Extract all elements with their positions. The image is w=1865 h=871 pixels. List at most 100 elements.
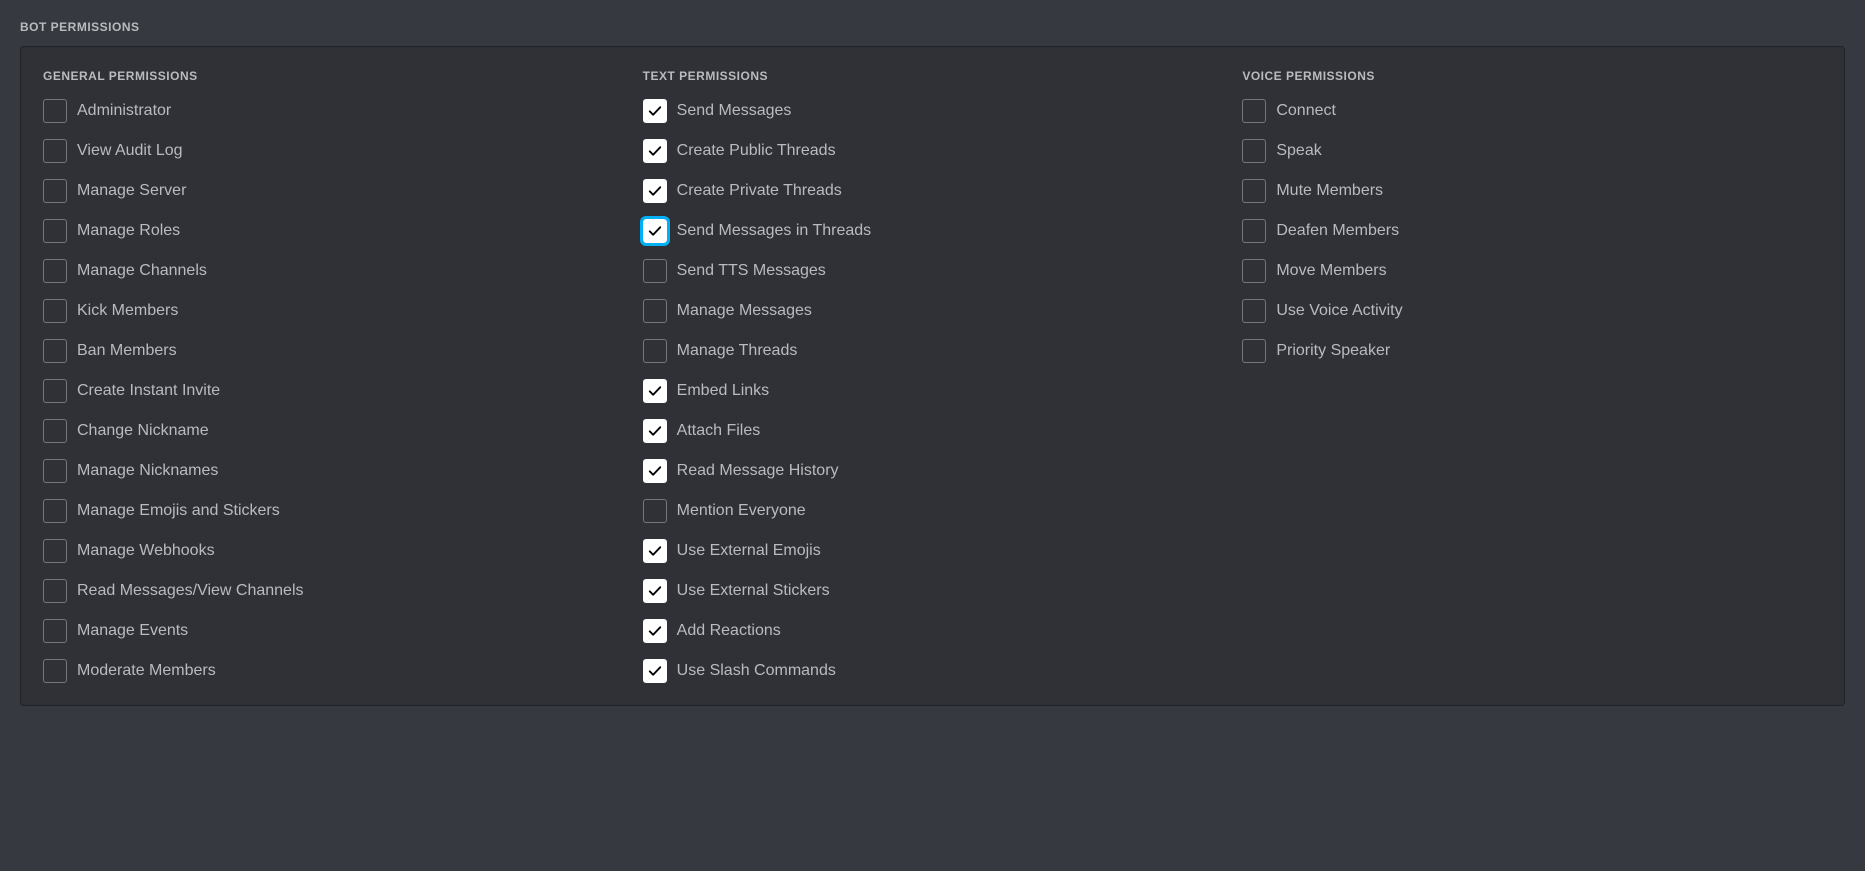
permission-item[interactable]: Moderate Members [43, 659, 623, 683]
permission-item[interactable]: Use External Emojis [643, 539, 1223, 563]
permission-item[interactable]: Speak [1242, 139, 1822, 163]
checkbox[interactable] [43, 179, 67, 203]
permission-item[interactable]: Manage Webhooks [43, 539, 623, 563]
checkbox[interactable] [43, 459, 67, 483]
column-header-text: TEXT PERMISSIONS [643, 69, 1223, 83]
permissions-column-general: GENERAL PERMISSIONSAdministratorView Aud… [43, 69, 623, 683]
checkbox[interactable] [43, 419, 67, 443]
permission-item[interactable]: Create Instant Invite [43, 379, 623, 403]
permission-item[interactable]: Kick Members [43, 299, 623, 323]
checkbox[interactable] [643, 219, 667, 243]
permission-item[interactable]: Move Members [1242, 259, 1822, 283]
checkbox[interactable] [43, 659, 67, 683]
permission-label: Create Public Threads [677, 141, 836, 162]
checkbox[interactable] [643, 579, 667, 603]
checkbox[interactable] [43, 99, 67, 123]
checkbox[interactable] [43, 259, 67, 283]
checkbox[interactable] [1242, 259, 1266, 283]
permission-item[interactable]: Manage Threads [643, 339, 1223, 363]
permissions-box: GENERAL PERMISSIONSAdministratorView Aud… [20, 46, 1845, 706]
checkbox[interactable] [43, 499, 67, 523]
checkbox[interactable] [43, 539, 67, 563]
permission-label: Read Messages/View Channels [77, 581, 304, 602]
checkbox[interactable] [43, 619, 67, 643]
permission-item[interactable]: Ban Members [43, 339, 623, 363]
permission-label: Moderate Members [77, 661, 216, 682]
checkbox[interactable] [1242, 139, 1266, 163]
checkbox[interactable] [43, 299, 67, 323]
permission-label: Use Voice Activity [1276, 301, 1402, 322]
permission-item[interactable]: Create Private Threads [643, 179, 1223, 203]
permission-item[interactable]: Manage Server [43, 179, 623, 203]
permission-label: Manage Nicknames [77, 461, 218, 482]
checkbox[interactable] [643, 259, 667, 283]
permission-label: Ban Members [77, 341, 177, 362]
checkbox[interactable] [643, 459, 667, 483]
permission-item[interactable]: Manage Events [43, 619, 623, 643]
checkbox[interactable] [643, 379, 667, 403]
checkbox[interactable] [1242, 219, 1266, 243]
checkbox[interactable] [643, 339, 667, 363]
checkbox[interactable] [643, 419, 667, 443]
checkbox[interactable] [643, 619, 667, 643]
permission-item[interactable]: Add Reactions [643, 619, 1223, 643]
permission-label: Move Members [1276, 261, 1386, 282]
checkbox[interactable] [643, 99, 667, 123]
permission-item[interactable]: Read Message History [643, 459, 1223, 483]
permission-label: Send Messages [677, 101, 792, 122]
checkbox[interactable] [43, 579, 67, 603]
permission-label: Administrator [77, 101, 171, 122]
permission-item[interactable]: Change Nickname [43, 419, 623, 443]
checkbox[interactable] [643, 659, 667, 683]
checkbox[interactable] [643, 499, 667, 523]
permission-item[interactable]: Use External Stickers [643, 579, 1223, 603]
permission-item[interactable]: Manage Roles [43, 219, 623, 243]
permission-item[interactable]: Send Messages in Threads [643, 219, 1223, 243]
permission-item[interactable]: Use Slash Commands [643, 659, 1223, 683]
permission-label: Mention Everyone [677, 501, 806, 522]
permission-item[interactable]: Manage Emojis and Stickers [43, 499, 623, 523]
checkbox[interactable] [1242, 179, 1266, 203]
permission-item[interactable]: Send Messages [643, 99, 1223, 123]
permission-label: Use External Stickers [677, 581, 830, 602]
permission-label: Speak [1276, 141, 1321, 162]
permission-label: Connect [1276, 101, 1336, 122]
permission-label: Manage Threads [677, 341, 798, 362]
permission-item[interactable]: Connect [1242, 99, 1822, 123]
checkbox[interactable] [43, 379, 67, 403]
permission-item[interactable]: Priority Speaker [1242, 339, 1822, 363]
permission-label: Create Instant Invite [77, 381, 220, 402]
checkbox[interactable] [43, 139, 67, 163]
checkbox[interactable] [643, 539, 667, 563]
permission-item[interactable]: Administrator [43, 99, 623, 123]
permission-label: Manage Messages [677, 301, 812, 322]
permission-item[interactable]: Manage Nicknames [43, 459, 623, 483]
permission-item[interactable]: Mention Everyone [643, 499, 1223, 523]
permission-label: Kick Members [77, 301, 178, 322]
permission-item[interactable]: Embed Links [643, 379, 1223, 403]
checkbox[interactable] [1242, 299, 1266, 323]
permission-item[interactable]: Read Messages/View Channels [43, 579, 623, 603]
permission-item[interactable]: Manage Channels [43, 259, 623, 283]
permission-item[interactable]: Attach Files [643, 419, 1223, 443]
permission-item[interactable]: Send TTS Messages [643, 259, 1223, 283]
checkbox[interactable] [643, 179, 667, 203]
permissions-column-voice: VOICE PERMISSIONS Connect Speak Mute Member… [1242, 69, 1822, 683]
column-header-voice: VOICE PERMISSIONS [1242, 69, 1822, 83]
section-title: BOT PERMISSIONS [20, 20, 1845, 34]
permission-label: Attach Files [677, 421, 761, 442]
checkbox[interactable] [1242, 339, 1266, 363]
checkbox[interactable] [643, 299, 667, 323]
checkbox[interactable] [43, 219, 67, 243]
permission-item[interactable]: Manage Messages [643, 299, 1223, 323]
checkbox[interactable] [43, 339, 67, 363]
permission-item[interactable]: Create Public Threads [643, 139, 1223, 163]
checkbox[interactable] [643, 139, 667, 163]
permission-label: Manage Roles [77, 221, 180, 242]
checkbox[interactable] [1242, 99, 1266, 123]
permission-item[interactable]: Use Voice Activity [1242, 299, 1822, 323]
permission-item[interactable]: Deafen Members [1242, 219, 1822, 243]
permission-item[interactable]: View Audit Log [43, 139, 623, 163]
permission-item[interactable]: Mute Members [1242, 179, 1822, 203]
permission-label: Embed Links [677, 381, 770, 402]
